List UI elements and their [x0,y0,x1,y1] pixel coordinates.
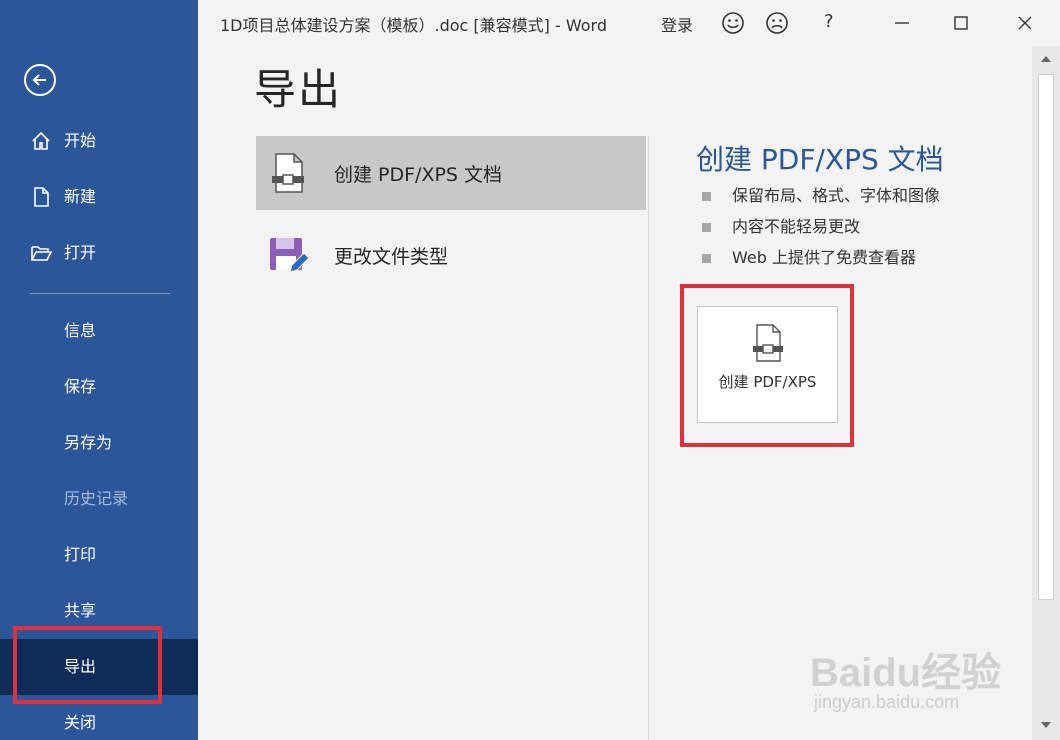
login-link[interactable]: 登录 [661,12,693,36]
watermark-brand: Baidu经验 [810,651,1002,695]
window-title: 1D项目总体建设方案（模板）.doc [兼容模式] - Word [220,16,607,35]
detail-bullets: 保留布局、格式、字体和图像 内容不能轻易更改 Web 上提供了免费查看器 [702,180,940,273]
sidebar-item-home[interactable]: 开始 [0,113,198,169]
page-title: 导出 [254,65,343,114]
sidebar-item-save[interactable]: 保存 [0,359,198,415]
smile-icon[interactable] [721,11,745,35]
sidebar-item-label: 打开 [64,243,97,262]
maximize-icon[interactable] [949,11,973,35]
help-button[interactable]: ? [824,11,834,32]
sidebar-item-label: 共享 [64,601,97,620]
sidebar-item-label: 另存为 [64,433,113,452]
title-bar: 1D项目总体建设方案（模板）.doc [兼容模式] - Word 登录 ? [198,0,1060,46]
sidebar-item-history: 历史记录 [0,471,198,527]
highlight-box-create [680,284,854,447]
sidebar-item-info[interactable]: 信息 [0,303,198,359]
minimize-icon[interactable] [890,11,914,35]
vertical-scrollbar[interactable] [1032,46,1060,740]
option-change-file-type[interactable]: 更改文件类型 [256,218,646,292]
frown-icon[interactable] [765,11,789,35]
sidebar-item-print[interactable]: 打印 [0,527,198,583]
option-label: 更改文件类型 [334,246,449,268]
scroll-down-icon[interactable] [1036,716,1056,734]
scroll-up-icon[interactable] [1036,50,1056,68]
back-arrow-icon[interactable] [24,64,56,96]
backstage-sidebar: 开始 新建 打开 信息 保存 另存为 历史记录 打印 共享 导出 关闭 [0,0,198,740]
sidebar-item-label: 打印 [64,545,97,564]
new-document-icon [34,187,49,207]
list-item: 保留布局、格式、字体和图像 [702,180,940,211]
detail-title: 创建 PDF/XPS 文档 [696,143,944,176]
folder-open-icon [31,246,52,261]
baidu-watermark: Baidu经验 jingyan.baidu.com [810,620,1020,720]
list-item: 内容不能轻易更改 [702,211,940,242]
home-icon [32,131,50,150]
sidebar-item-open[interactable]: 打开 [0,225,198,281]
scroll-thumb[interactable] [1038,74,1054,600]
sidebar-item-label: 历史记录 [64,489,129,508]
highlight-box-export [13,626,162,704]
close-icon[interactable] [1013,11,1037,35]
option-create-pdf-xps[interactable]: 创建 PDF/XPS 文档 [256,136,646,210]
sidebar-divider [30,293,170,294]
sidebar-item-label: 信息 [64,321,97,340]
sidebar-item-label: 新建 [64,187,97,206]
pdf-document-icon [272,153,304,193]
panel-divider [648,136,649,740]
watermark-url: jingyan.baidu.com [814,692,960,712]
sidebar-item-label: 保存 [64,377,97,396]
save-edit-icon [270,238,308,273]
sidebar-item-new[interactable]: 新建 [0,169,198,225]
option-label: 创建 PDF/XPS 文档 [334,164,503,186]
sidebar-item-label: 关闭 [64,713,97,732]
list-item: Web 上提供了免费查看器 [702,242,940,273]
sidebar-item-save-as[interactable]: 另存为 [0,415,198,471]
sidebar-item-label: 开始 [64,131,97,150]
